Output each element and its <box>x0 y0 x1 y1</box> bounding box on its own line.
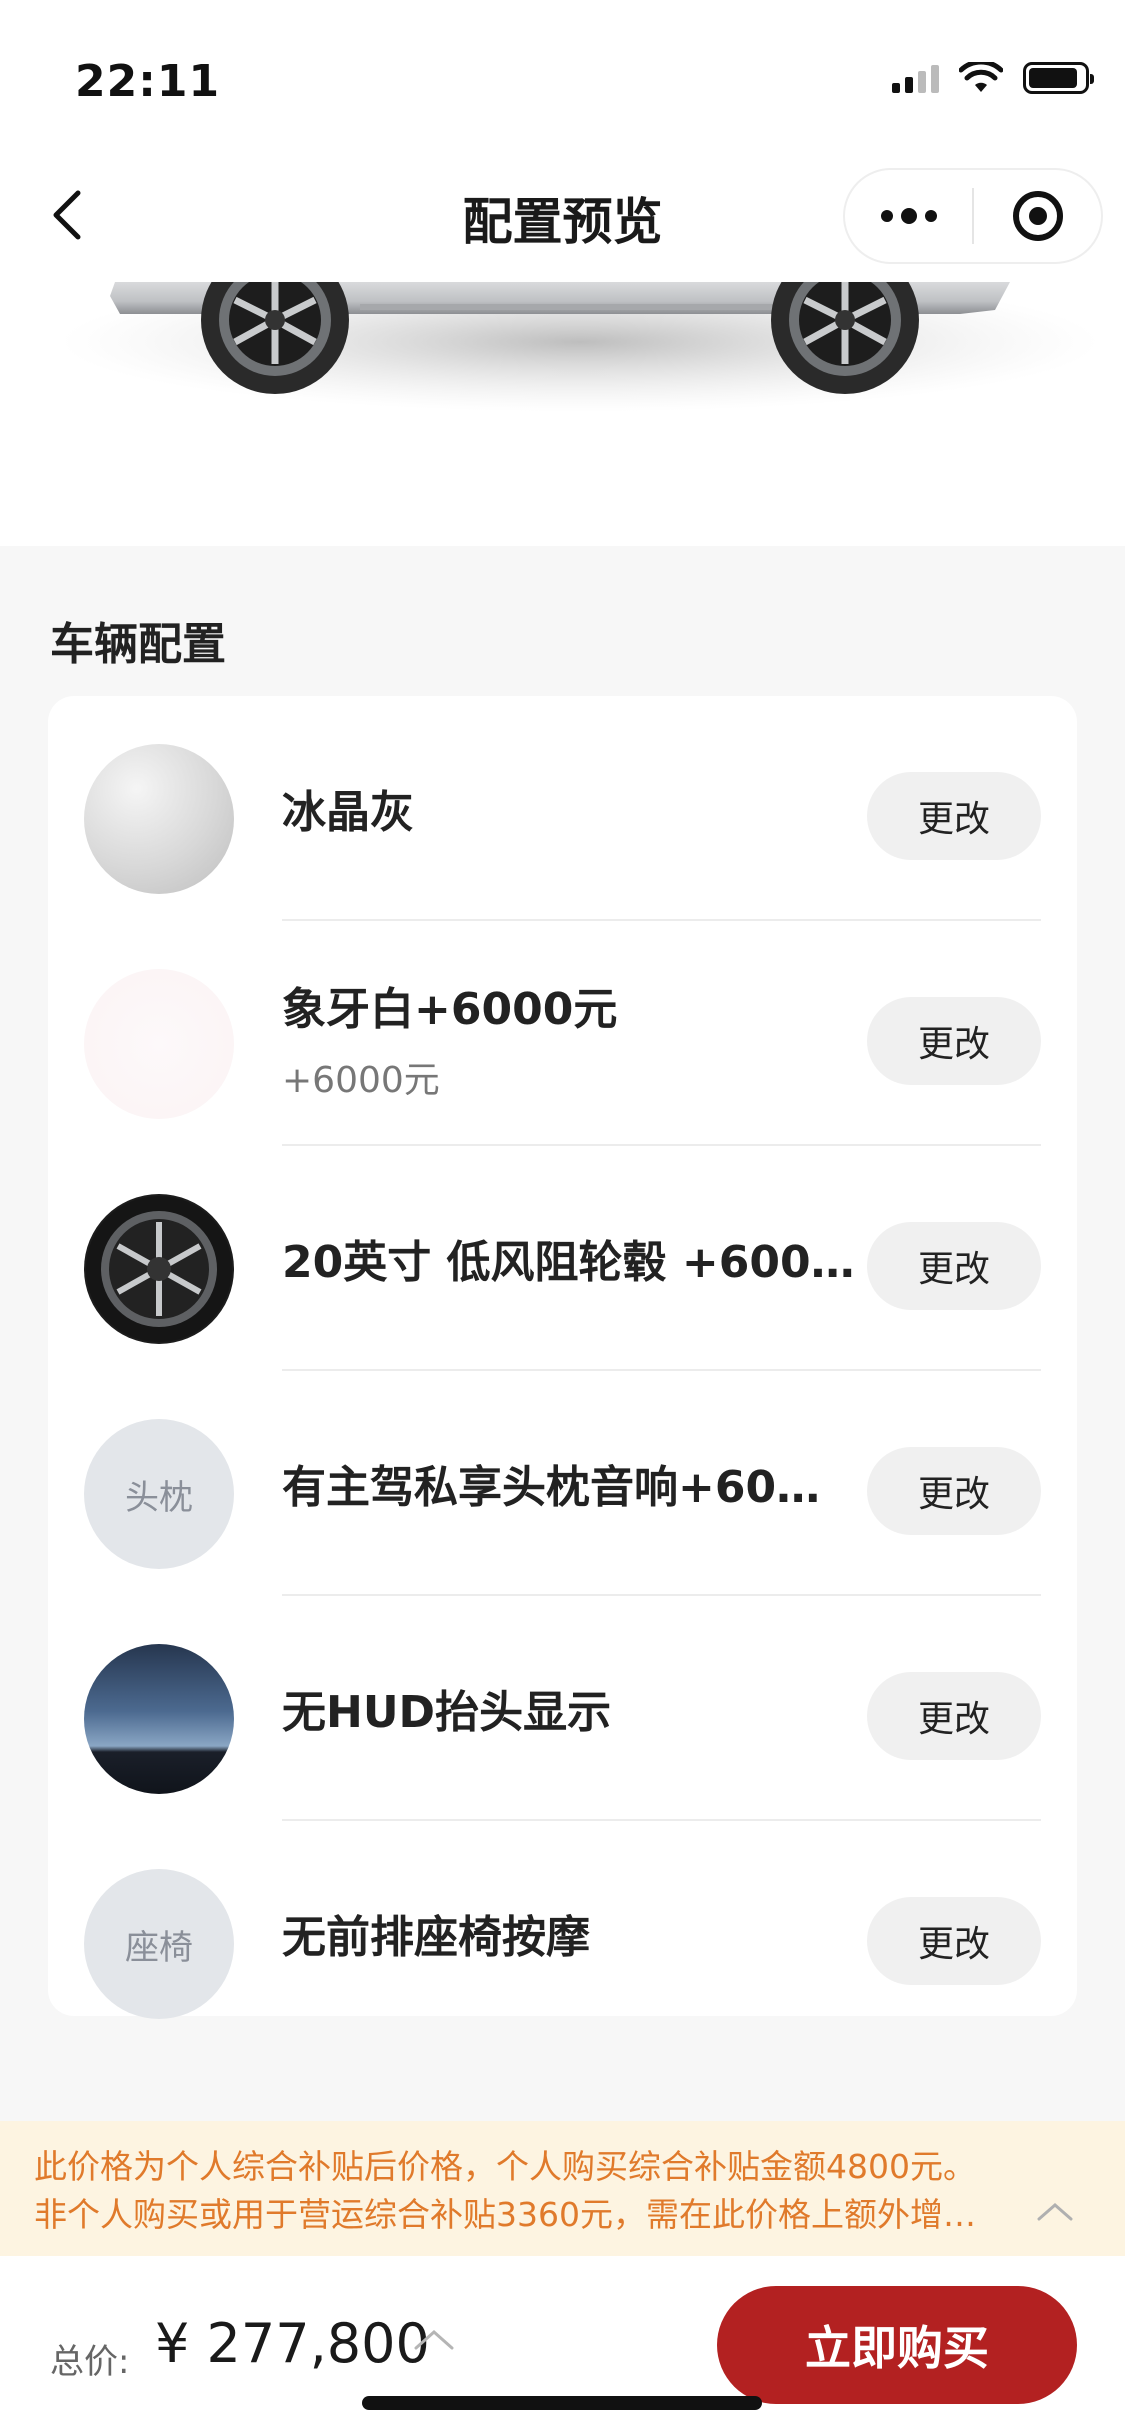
price-detail-chevron-icon[interactable] <box>412 2326 456 2354</box>
status-icons <box>892 62 1094 94</box>
battery-icon <box>1023 62 1094 94</box>
config-card: 冰晶灰 更改 象牙白+6000元 +6000元 更改 20英寸 低风阻轮毂 +6… <box>48 696 1077 2019</box>
config-item-headrest: 头枕 有主驾私享头枕音响+60… 更改 <box>48 1371 1077 1596</box>
config-item-title: 无HUD抬头显示 <box>282 1687 612 1738</box>
config-item-price: +6000元 <box>282 1060 440 1101</box>
config-item-title: 无前排座椅按摩 <box>282 1912 590 1963</box>
close-miniprogram-icon[interactable] <box>974 188 1101 244</box>
change-button[interactable]: 更改 <box>867 1222 1041 1310</box>
config-item-interior: 象牙白+6000元 +6000元 更改 <box>48 921 1077 1146</box>
config-item-paint: 冰晶灰 更改 <box>48 696 1077 921</box>
vehicle-config-section: 车辆配置 冰晶灰 更改 象牙白+6000元 +6000元 更改 20英寸 低风阻… <box>0 546 1125 2121</box>
status-bar: 22:11 <box>0 0 1125 150</box>
config-item-wheels: 20英寸 低风阻轮毂 +600… 更改 <box>48 1146 1077 1371</box>
change-button[interactable]: 更改 <box>867 772 1041 860</box>
cellular-signal-icon <box>892 63 939 93</box>
more-icon[interactable] <box>845 208 972 224</box>
interior-swatch-icon <box>84 969 234 1119</box>
change-button[interactable]: 更改 <box>867 1897 1041 1985</box>
notice-line-1: 此价格为个人综合补贴后价格，个人购买综合补贴金额4800元。 <box>34 2147 976 2186</box>
home-indicator <box>362 2396 762 2410</box>
chevron-up-icon[interactable] <box>1035 2199 1075 2223</box>
config-item-title: 象牙白+6000元 <box>282 984 618 1035</box>
buy-now-button[interactable]: 立即购买 <box>717 2286 1077 2404</box>
config-item-hud: 无HUD抬头显示 更改 <box>48 1596 1077 1821</box>
wifi-icon <box>959 62 1003 92</box>
seat-thumb: 座椅 <box>84 1869 234 2019</box>
change-button[interactable]: 更改 <box>867 1672 1041 1760</box>
config-item-seat: 座椅 无前排座椅按摩 更改 <box>48 1821 1077 2046</box>
paint-swatch-icon <box>84 744 234 894</box>
headrest-thumb: 头枕 <box>84 1419 234 1569</box>
status-time: 22:11 <box>75 56 221 107</box>
total-label: 总价: <box>50 2342 130 2382</box>
car-preview-image <box>0 282 1125 547</box>
section-title: 车辆配置 <box>50 619 226 670</box>
change-button[interactable]: 更改 <box>867 997 1041 1085</box>
config-item-title: 冰晶灰 <box>282 787 414 838</box>
miniprogram-capsule <box>843 168 1103 264</box>
change-button[interactable]: 更改 <box>867 1447 1041 1535</box>
hud-thumb-icon <box>84 1644 234 1794</box>
wheel-icon <box>84 1194 234 1344</box>
nav-bar: 配置预览 <box>0 160 1125 270</box>
config-item-title: 有主驾私享头枕音响+60… <box>282 1462 821 1513</box>
config-item-title: 20英寸 低风阻轮毂 +600… <box>282 1237 855 1288</box>
subsidy-notice[interactable]: 此价格为个人综合补贴后价格，个人购买综合补贴金额4800元。 非个人购买或用于营… <box>0 2121 1125 2256</box>
notice-line-2: 非个人购买或用于营运综合补贴3360元，需在此价格上额外增… <box>34 2195 976 2234</box>
total-price: ¥ 277,800 <box>155 2312 430 2375</box>
